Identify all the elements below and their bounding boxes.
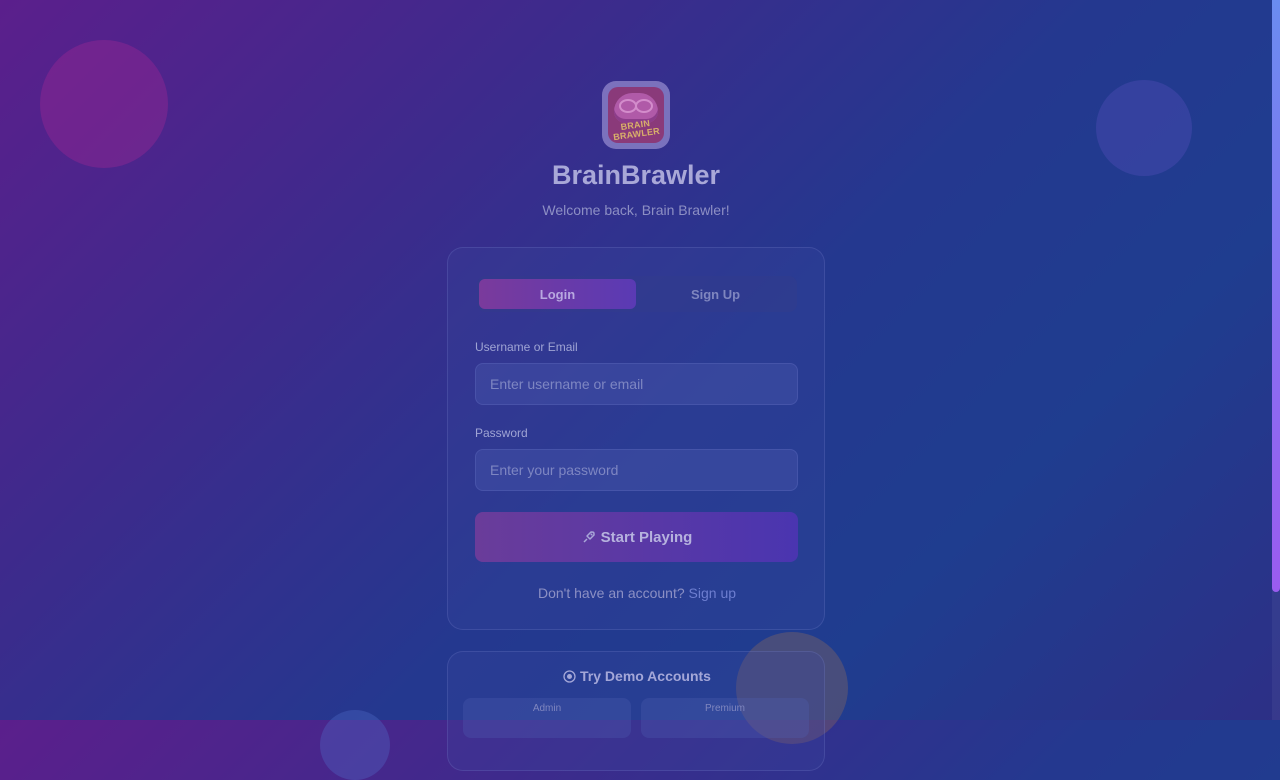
decorative-bubble <box>320 710 390 780</box>
scrollbar-thumb[interactable] <box>1272 0 1280 592</box>
demo-title-text: Try Demo Accounts <box>580 668 711 684</box>
demo-account-label: Admin <box>532 703 562 714</box>
demo-account-label: Premium <box>704 703 745 714</box>
password-label: Password <box>475 426 528 440</box>
start-playing-button[interactable]: Start Playing <box>475 512 798 562</box>
auth-tabs: Login Sign Up <box>477 276 797 312</box>
password-input[interactable] <box>475 449 798 491</box>
login-card: Login Sign Up Username or Email Password… <box>447 247 825 630</box>
welcome-subtitle: Welcome back, Brain Brawler! <box>542 202 730 218</box>
shield-icon <box>563 669 576 683</box>
username-label: Username or Email <box>475 340 578 354</box>
demo-accounts-title: Try Demo Accounts <box>448 668 826 684</box>
signup-prompt-text: Don't have an account? <box>537 585 685 601</box>
brain-logo-icon: BRAIN BRAWLER <box>608 87 664 143</box>
signup-prompt: Don't have an account? Sign up <box>448 585 826 601</box>
scrollbar[interactable] <box>1272 0 1280 720</box>
app-logo: BRAIN BRAWLER <box>602 81 670 149</box>
logo-text: BRAIN BRAWLER <box>612 118 661 143</box>
demo-account-admin[interactable]: Admin <box>463 698 631 738</box>
tab-signup[interactable]: Sign Up <box>637 279 794 309</box>
app-title: BrainBrawler <box>551 160 721 190</box>
rocket-icon <box>581 529 597 545</box>
username-input[interactable] <box>475 363 798 405</box>
tab-login[interactable]: Login <box>479 279 636 309</box>
signup-link[interactable]: Sign up <box>689 585 736 601</box>
demo-account-premium[interactable]: Premium <box>641 698 809 738</box>
demo-accounts-card: Try Demo Accounts Admin Premium <box>447 651 825 771</box>
decorative-bubble <box>40 40 168 168</box>
start-playing-label: Start Playing <box>600 528 693 546</box>
